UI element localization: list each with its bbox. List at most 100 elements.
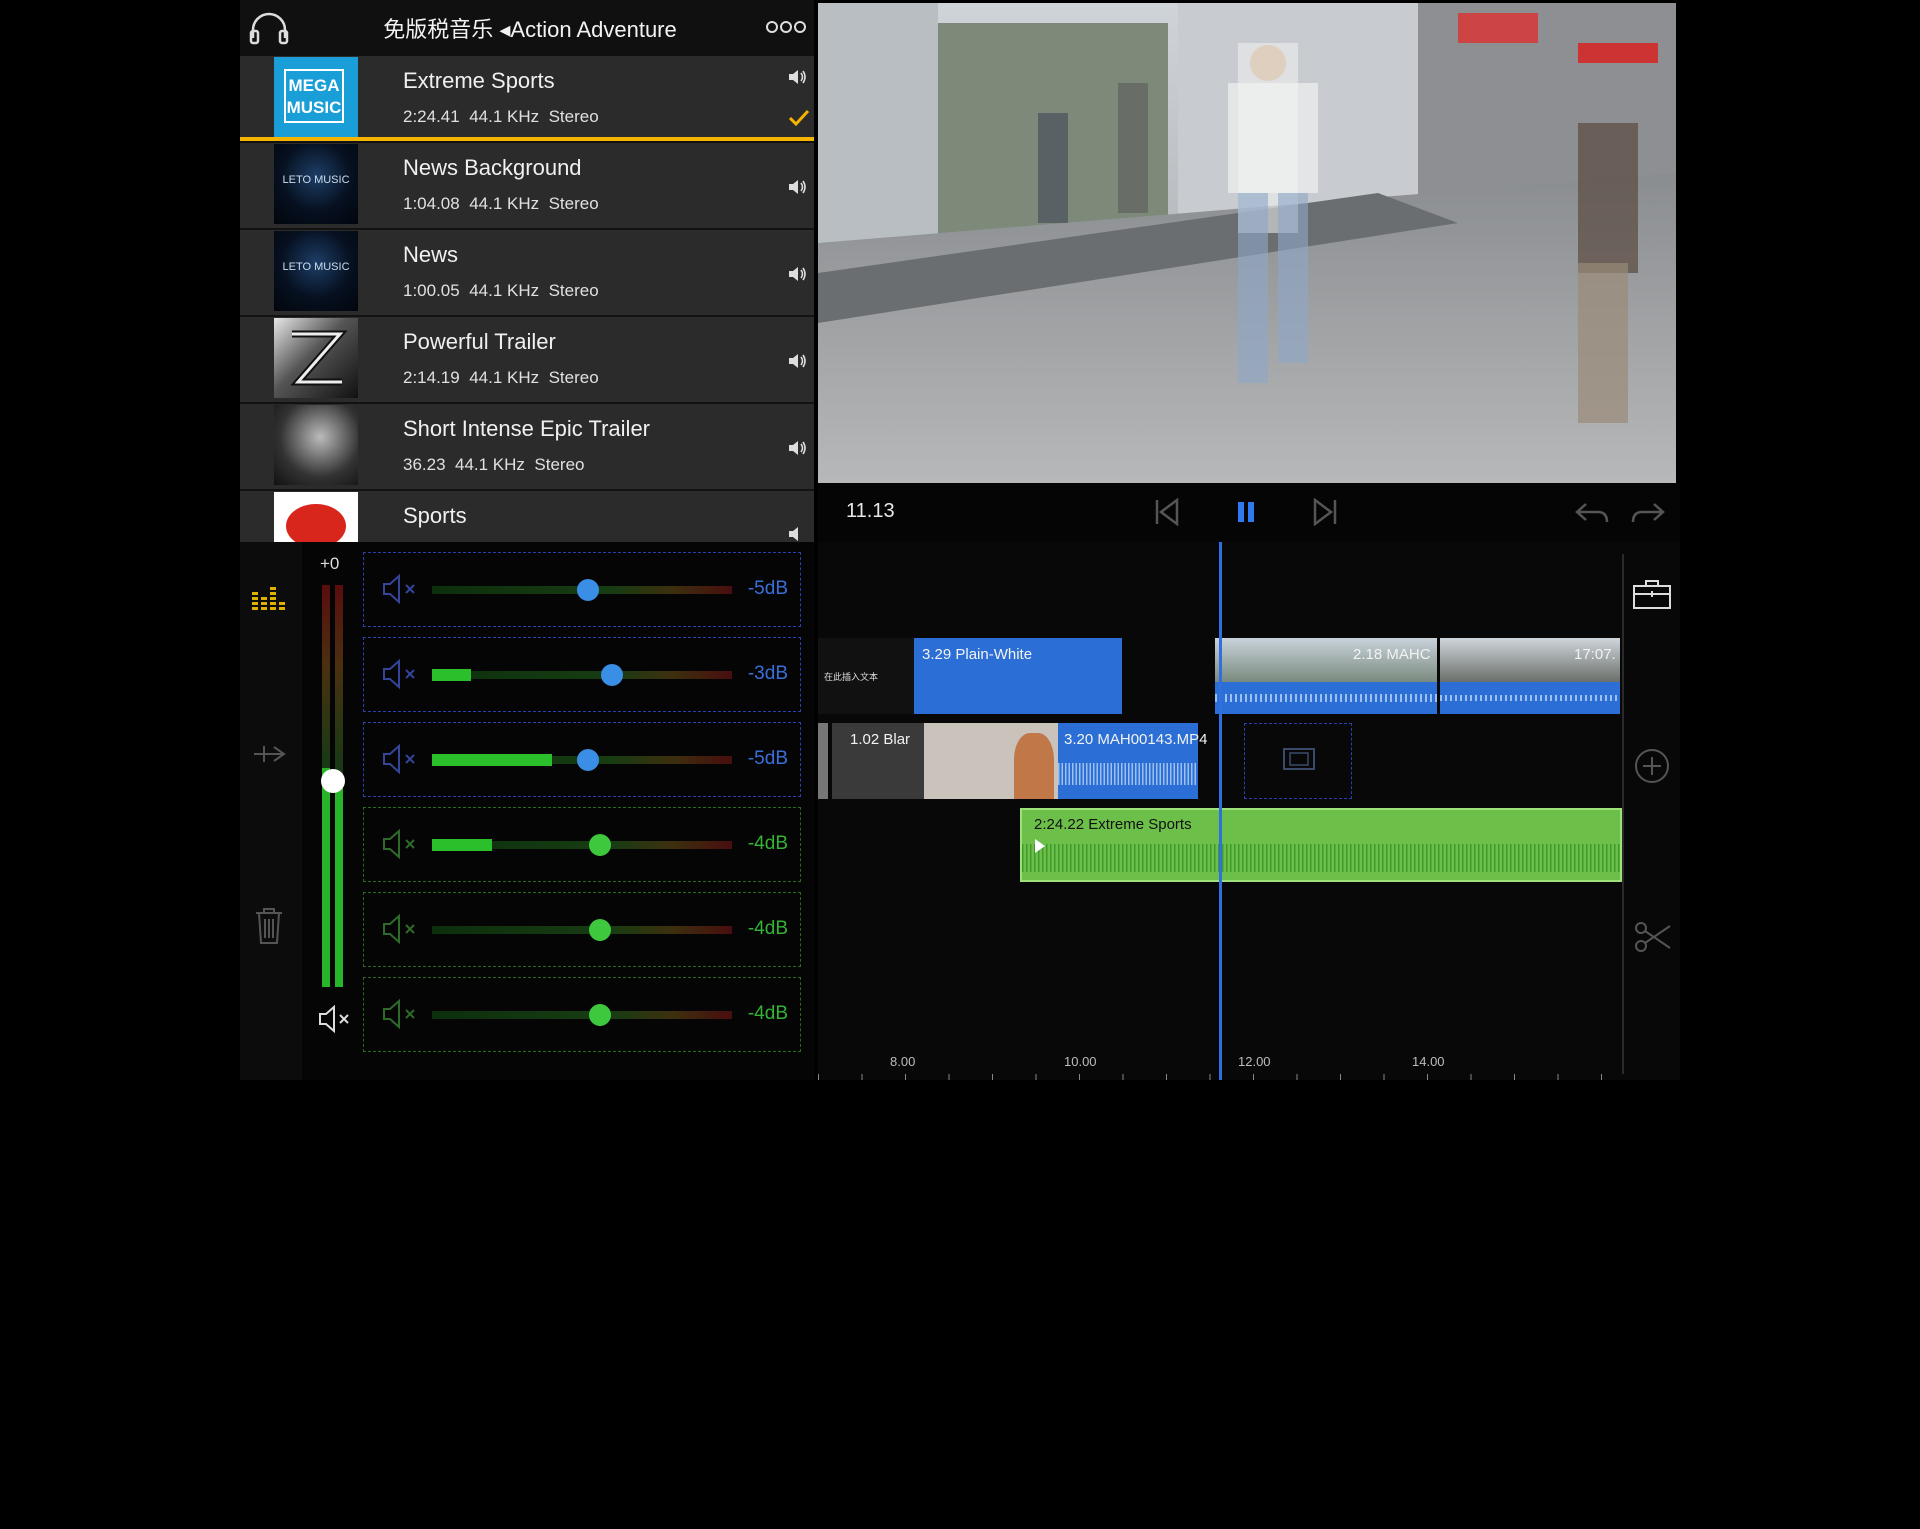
- master-volume-meter[interactable]: [321, 585, 346, 987]
- channel-level-track: [432, 1011, 732, 1019]
- channel-db-label: -5dB: [747, 748, 788, 769]
- audio-clip-extreme-sports[interactable]: 2:24.22 Extreme Sports: [1020, 808, 1622, 882]
- channel-volume-knob[interactable]: [577, 749, 599, 771]
- track-row[interactable]: Short Intense Epic Trailer 36.23 44.1 KH…: [240, 404, 814, 489]
- channel-volume-knob[interactable]: [577, 579, 599, 601]
- channel-mute-icon[interactable]: [382, 658, 422, 695]
- track-meta: 36.23 44.1 KHz Stereo: [403, 455, 584, 475]
- library-title[interactable]: 免版税音乐 ◂Action Adventure: [300, 12, 760, 44]
- scissors-icon[interactable]: [1634, 920, 1672, 959]
- track-duration: 1:04.08: [403, 194, 460, 213]
- clip-waveform: [1215, 682, 1437, 714]
- library-header: 免版税音乐 ◂Action Adventure: [240, 0, 814, 56]
- playhead[interactable]: [1219, 542, 1222, 1080]
- channel-db-label: -4dB: [747, 1003, 788, 1024]
- channel-db-label: -4dB: [747, 833, 788, 854]
- plain-white-clip[interactable]: 3.29 Plain-White: [914, 638, 1122, 714]
- preview-speaker-icon[interactable]: [788, 265, 808, 288]
- mixer-levels-icon[interactable]: [250, 582, 288, 617]
- channel-level-track: [432, 926, 732, 934]
- track-duration: 2:24.41: [403, 107, 460, 126]
- video-preview[interactable]: [818, 3, 1676, 483]
- ruler-label: 12.00: [1238, 1054, 1271, 1069]
- track-channels: Stereo: [548, 368, 599, 387]
- track-rate: 44.1 KHz: [469, 107, 540, 126]
- track-channels: Stereo: [548, 281, 599, 300]
- channel-level-fill: [432, 669, 471, 681]
- track-row[interactable]: Sports: [240, 491, 814, 542]
- track-rate: 44.1 KHz: [469, 368, 540, 387]
- clip-label: 17:07.: [1574, 646, 1616, 663]
- skip-to-end-icon[interactable]: [1312, 497, 1338, 531]
- channel-mute-icon[interactable]: [382, 913, 422, 950]
- track-meta: 1:00.05 44.1 KHz Stereo: [403, 281, 599, 301]
- pause-icon[interactable]: [1236, 500, 1256, 529]
- track-row[interactable]: LETO MUSIC News 1:00.05 44.1 KHz Stereo: [240, 230, 814, 315]
- selected-underline: [240, 137, 814, 141]
- master-mute-icon[interactable]: [318, 1004, 354, 1039]
- channel-mute-icon[interactable]: [382, 573, 422, 610]
- master-volume-knob[interactable]: [321, 769, 345, 793]
- channel-mute-icon[interactable]: [382, 828, 422, 865]
- audio-mixer-panel: +0 -5dB -3dB -5dB -4dB -4dB -4dB: [240, 542, 814, 1080]
- channel-volume-knob[interactable]: [589, 1004, 611, 1026]
- track-channels: Stereo: [548, 107, 599, 126]
- track-name: News Background: [403, 155, 582, 180]
- track-row[interactable]: LETO MUSIC News Background 1:04.08 44.1 …: [240, 143, 814, 228]
- preview-speaker-icon[interactable]: [788, 439, 808, 462]
- mixer-channel[interactable]: -4dB: [363, 977, 801, 1052]
- clip-label: 2.18 MAHC: [1353, 646, 1431, 663]
- channel-mute-icon[interactable]: [382, 743, 422, 780]
- meter-fill-right: [335, 787, 343, 987]
- track-row[interactable]: MEGA MUSIC Extreme Sports 2:24.41 44.1 K…: [240, 56, 814, 141]
- empty-clip-slot[interactable]: [1244, 723, 1352, 799]
- track-rate: 44.1 KHz: [469, 281, 540, 300]
- channel-mute-icon[interactable]: [382, 998, 422, 1035]
- redo-icon[interactable]: [1630, 500, 1666, 531]
- track-duration: 36.23: [403, 455, 446, 474]
- mixer-channel[interactable]: -4dB: [363, 892, 801, 967]
- track-name: Powerful Trailer: [403, 329, 556, 354]
- elephant-artwork: [286, 504, 346, 542]
- preview-speaker-icon[interactable]: [788, 68, 808, 91]
- mixer-toolbar: [240, 542, 302, 1080]
- blank-clip[interactable]: 1.02 Blar: [832, 723, 932, 799]
- album-cover: LETO MUSIC: [274, 231, 358, 311]
- channel-db-label: -5dB: [747, 578, 788, 599]
- mixer-channel[interactable]: -5dB: [363, 722, 801, 797]
- channel-volume-knob[interactable]: [589, 834, 611, 856]
- channel-volume-knob[interactable]: [601, 664, 623, 686]
- track-row[interactable]: Powerful Trailer 2:14.19 44.1 KHz Stereo: [240, 317, 814, 402]
- preview-speaker-icon[interactable]: [788, 527, 808, 542]
- ruler-label: 14.00: [1412, 1054, 1445, 1069]
- film-frame-icon: [1283, 748, 1315, 775]
- channel-db-label: -3dB: [747, 663, 788, 684]
- playhead-timecode: 11.13: [846, 500, 895, 522]
- headphones-icon[interactable]: [248, 10, 290, 51]
- toolbox-icon[interactable]: [1632, 578, 1672, 615]
- album-cover: [274, 492, 358, 542]
- master-gain-label: +0: [320, 554, 340, 573]
- title-clip[interactable]: 在此插入文本: [818, 638, 914, 714]
- channel-volume-knob[interactable]: [589, 919, 611, 941]
- add-icon[interactable]: [1634, 748, 1670, 789]
- mixer-channel[interactable]: -5dB: [363, 552, 801, 627]
- split-arrow-icon[interactable]: [250, 742, 288, 771]
- more-options-icon[interactable]: [766, 19, 806, 40]
- undo-icon[interactable]: [1574, 500, 1610, 531]
- preview-speaker-icon[interactable]: [788, 352, 808, 375]
- skip-to-start-icon[interactable]: [1154, 497, 1180, 531]
- clip-edge[interactable]: [818, 723, 828, 799]
- cover-z-artwork: [290, 330, 348, 386]
- video-clip[interactable]: 2.18 MAHC: [1215, 638, 1437, 714]
- mixer-channel[interactable]: -3dB: [363, 637, 801, 712]
- trash-icon[interactable]: [254, 907, 284, 950]
- preview-speaker-icon[interactable]: [788, 178, 808, 201]
- video-clip[interactable]: 17:07.: [1440, 638, 1620, 714]
- timeline[interactable]: 在此插入文本 3.29 Plain-White 2.18 MAHC 17:07.…: [818, 542, 1680, 1080]
- clip-waveform: [1440, 682, 1620, 714]
- mixer-channel[interactable]: -4dB: [363, 807, 801, 882]
- channel-db-label: -4dB: [747, 918, 788, 939]
- track-duration: 2:14.19: [403, 368, 460, 387]
- title-clip-text: 在此插入文本: [824, 672, 879, 682]
